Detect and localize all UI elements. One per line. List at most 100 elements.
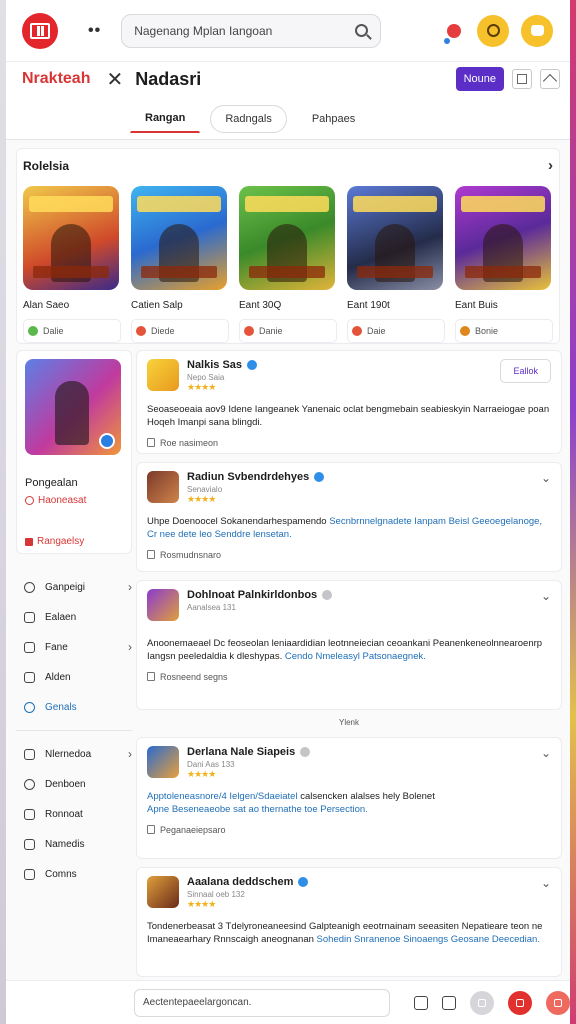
game-title: Eant 190t [347,300,390,311]
chevron-right-icon: › [128,747,132,761]
store-button[interactable] [521,14,554,47]
nav-item-alden[interactable]: Alden [16,662,132,692]
post-card[interactable]: Nalkis Sas Nepo Saia ★★★★ Eallok Seoaseo… [136,350,562,454]
play-icon[interactable] [442,995,456,1010]
post-avatar[interactable] [147,876,179,908]
toggle-icon [478,998,486,1007]
tab-radngals[interactable]: Radngals [210,105,287,133]
game-card[interactable]: Eant Buis Bonie [455,186,553,343]
section-label: Ylenk [338,718,359,727]
game-cover-image[interactable] [23,186,119,290]
post-title[interactable]: Derlana Nale Siapeis [187,746,295,758]
logo-icon [30,22,50,39]
chevron-down-icon[interactable]: ⌄ [541,471,551,485]
post-title[interactable]: Aaalana deddschem [187,876,293,888]
post-body: Anoonemaeael Dc feoseolan leniaardidian … [147,638,543,663]
record-icon [516,998,524,1007]
app-logo[interactable] [22,12,58,49]
record-button[interactable] [508,990,532,1015]
nav-item-denboen[interactable]: Denboen [16,769,132,799]
inbox-icon [24,748,35,760]
chevron-down-icon[interactable]: ⌄ [541,876,551,890]
close-icon[interactable]: ✕ [106,67,123,92]
game-title: Alan Saeo [23,300,70,311]
profile-button[interactable] [477,14,510,47]
search-icon[interactable] [355,24,369,37]
game-card[interactable]: Alan Saeo Dalie [23,186,121,343]
post-link[interactable]: Cendo Nmeleasyl Patsonaegnek. [285,651,426,662]
nav-item-ronnoat[interactable]: Ronnoat [16,799,132,829]
left-sidebar: Pongealan Haoneasat Rangaelsy Ganpeigi › … [16,350,132,889]
chevron-down-icon[interactable]: ⌄ [541,746,551,760]
game-card[interactable]: Catien Salp Diede [131,186,229,343]
post-action-button[interactable]: Eallok [500,359,551,383]
nav-item-genals[interactable]: Genals [16,692,132,722]
post-avatar[interactable] [147,746,179,778]
post-body: Uhpe Doenoocel Sokanendarhespamendo Secn… [147,516,543,541]
game-title: Eant Buis [455,300,498,311]
post-avatar[interactable] [147,359,179,391]
calendar-icon [24,671,35,683]
profile-link-1[interactable]: Haoneasat [25,495,123,506]
game-cover-image[interactable] [455,186,551,290]
folder-icon [24,838,35,850]
game-meta: Daie [347,319,445,343]
heart-button[interactable] [546,990,570,1015]
primary-button[interactable]: Noune [455,67,504,91]
game-cover-image[interactable] [347,186,443,290]
post-footer[interactable]: Roe nasimeon [147,438,551,448]
game-card[interactable]: Eant 190t Daie [347,186,445,343]
profile-image[interactable] [25,359,121,455]
post-link[interactable]: Apptoleneasnore/4 Ielgen/Sdaeiatel [147,791,300,802]
menu-dots-button[interactable]: •• [88,22,101,40]
post-card[interactable]: Radiun Svbendrdehyes Senavialo ★★★★ ⌄ Uh… [136,462,562,572]
game-title: Eant 30Q [239,300,282,311]
post-title[interactable]: Dohlnoat Palnkirldonbos [187,589,317,601]
chevron-right-icon: › [128,640,132,654]
profile-name: Pongealan [25,477,78,489]
toggle-button[interactable] [470,990,494,1015]
doc-icon [147,825,155,835]
post-card[interactable]: Dohlnoat Palnkirldonbos Aanalsea 131 ⌄ A… [136,580,562,710]
game-cover-image[interactable] [239,186,335,290]
chevron-down-icon[interactable]: ⌄ [541,589,551,603]
nav-item-nlernedoa[interactable]: Nlernedoa › [16,739,132,769]
expand-icon [542,73,558,89]
post-footer[interactable]: Rosmudnsnaro [147,550,551,560]
post-link[interactable]: Sohedin Snranenoe Sinoaengs Geosane Deec… [317,934,540,945]
post-title[interactable]: Nalkis Sas [187,359,242,371]
nav-item-fane[interactable]: Fane › [16,632,132,662]
profile-link-2[interactable]: Rangaelsy [25,536,123,547]
nav-item-ealaen[interactable]: Ealaen [16,602,132,632]
post-link-2[interactable]: Apne Beseneaeobe sat ao thernathe toe Pe… [147,804,368,815]
game-card[interactable]: Eant 30Q Danie [239,186,337,343]
settings-icon [24,868,35,880]
post-title[interactable]: Radiun Svbendrdehyes [187,471,309,483]
top-bar: •• Nagenang Mplan Iangoan [6,0,570,62]
post-footer[interactable]: Peganaeiepsaro [147,825,551,835]
post-footer[interactable]: Rosneend segns [147,672,551,682]
profile-card: Pongealan Haoneasat Rangaelsy [16,350,132,554]
nav-item-namedis[interactable]: Namedis [16,829,132,859]
featured-games-section: Rolelsia › Alan Saeo Dalie Catien Salp D… [16,148,560,344]
post-card[interactable]: Derlana Nale Siapeis Dani Aas 133 ★★★★ ⌄… [136,737,562,859]
notification-icon[interactable] [444,23,462,44]
tab-pahpaes[interactable]: Pahpaes [297,105,370,133]
search-input[interactable]: Nagenang Mplan Iangoan [134,24,355,38]
compose-input[interactable]: Aectentepaeelargoncan. [134,988,390,1017]
game-cover-image[interactable] [131,186,227,290]
nav-item-comns[interactable]: Comns [16,859,132,889]
search-bar[interactable]: Nagenang Mplan Iangoan [121,13,382,48]
post-avatar[interactable] [147,589,179,621]
nav-item-ganpeigi[interactable]: Ganpeigi › [16,572,132,602]
page-icon [24,611,35,623]
chat-icon[interactable] [414,995,428,1010]
grid-view-button[interactable] [512,69,532,89]
post-avatar[interactable] [147,471,179,503]
chevron-right-icon[interactable]: › [548,157,553,174]
post-card[interactable]: Aaalana deddschem Sinnaal oeb 132 ★★★★ ⌄… [136,867,562,977]
tab-rangan[interactable]: Rangan [130,104,201,133]
brand-name[interactable]: Nrakteah [22,70,90,88]
post-subtitle: Dani Aas 133 [187,760,235,769]
expand-button[interactable] [540,69,560,89]
